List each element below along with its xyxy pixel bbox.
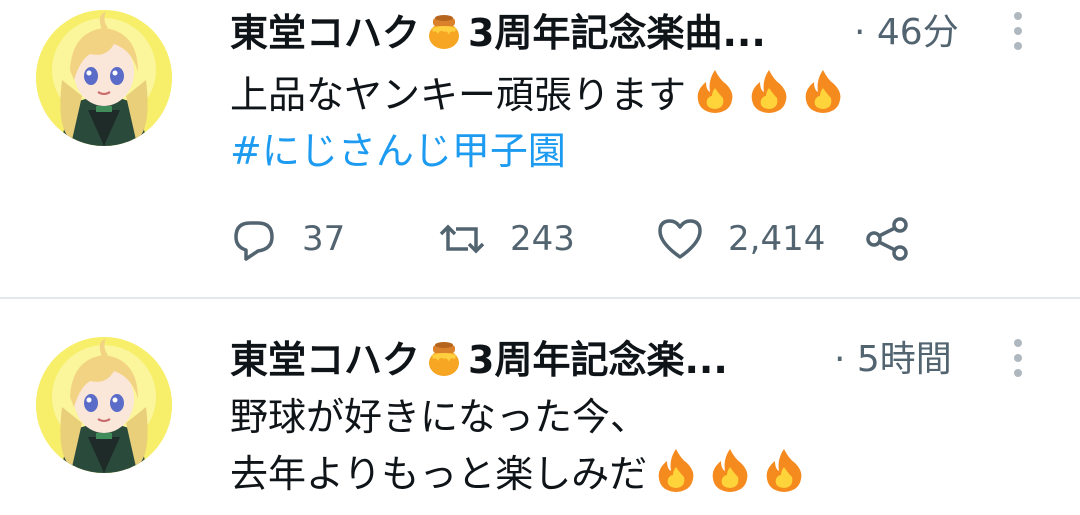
- tweet-header: 東堂コハク 3周年記念楽曲... · 46分: [230, 8, 1080, 58]
- avatar[interactable]: [36, 337, 172, 473]
- tweet-actions: 37 243 2,414: [230, 214, 950, 264]
- fire-icon: [805, 70, 841, 113]
- like-count: 2,414: [728, 219, 826, 259]
- reply-button[interactable]: 37: [230, 214, 345, 264]
- tweet-timestamp[interactable]: · 5時間: [834, 335, 952, 385]
- honey-pot-icon: [429, 15, 460, 49]
- honey-pot-icon: [429, 342, 460, 376]
- hashtag-link[interactable]: #にじさんじ甲子園: [230, 123, 1040, 179]
- tweet-text-content: 去年よりもっと楽しみだ: [230, 452, 648, 496]
- share-icon: [866, 217, 908, 261]
- tweet[interactable]: 東堂コハク 3周年記念楽曲... · 46分 上品なヤンキー頑張ります #にじさ…: [0, 0, 1080, 298]
- author-name[interactable]: 東堂コハク 3周年記念楽...: [230, 335, 728, 385]
- tweet-text-line: 上品なヤンキー頑張ります: [230, 66, 1040, 123]
- retweet-count: 243: [510, 219, 575, 259]
- tweet-timestamp[interactable]: · 46分: [854, 8, 959, 58]
- avatar[interactable]: [36, 10, 172, 146]
- author-name-suffix: 3周年記念楽曲...: [468, 11, 766, 55]
- author-name[interactable]: 東堂コハク 3周年記念楽曲...: [230, 8, 766, 58]
- retweet-button[interactable]: 243: [438, 214, 575, 264]
- reply-icon: [234, 221, 274, 261]
- tweet-text-line: 去年よりもっと楽しみだ: [230, 445, 1040, 502]
- heart-icon: [658, 219, 702, 259]
- tweet-header: 東堂コハク 3周年記念楽... · 5時間: [230, 335, 1080, 385]
- tweet-text: 野球が好きになった今、 去年よりもっと楽しみだ: [230, 389, 1040, 502]
- tweet-text-line: 野球が好きになった今、: [230, 395, 649, 439]
- reply-count: 37: [302, 219, 346, 259]
- tweet-text-content: 上品なヤンキー頑張ります: [230, 73, 687, 117]
- tweet[interactable]: 東堂コハク 3周年記念楽... · 5時間 野球が好きになった今、 去年よりもっ…: [0, 299, 1080, 515]
- author-name-suffix: 3周年記念楽...: [468, 338, 728, 382]
- fire-icon: [712, 449, 748, 492]
- more-vertical-icon[interactable]: [1010, 12, 1026, 54]
- more-vertical-icon[interactable]: [1010, 339, 1026, 381]
- tweet-feed: 東堂コハク 3周年記念楽曲... · 46分 上品なヤンキー頑張ります #にじさ…: [0, 0, 1080, 515]
- like-button[interactable]: 2,414: [656, 214, 825, 264]
- fire-icon: [697, 70, 733, 113]
- author-display-name: 東堂コハク: [230, 338, 421, 382]
- tweet-text: 上品なヤンキー頑張ります #にじさんじ甲子園: [230, 66, 1040, 179]
- author-display-name: 東堂コハク: [230, 11, 421, 55]
- retweet-icon: [439, 224, 485, 254]
- fire-icon: [766, 449, 802, 492]
- fire-icon: [658, 449, 694, 492]
- share-button[interactable]: [864, 214, 936, 264]
- fire-icon: [751, 70, 787, 113]
